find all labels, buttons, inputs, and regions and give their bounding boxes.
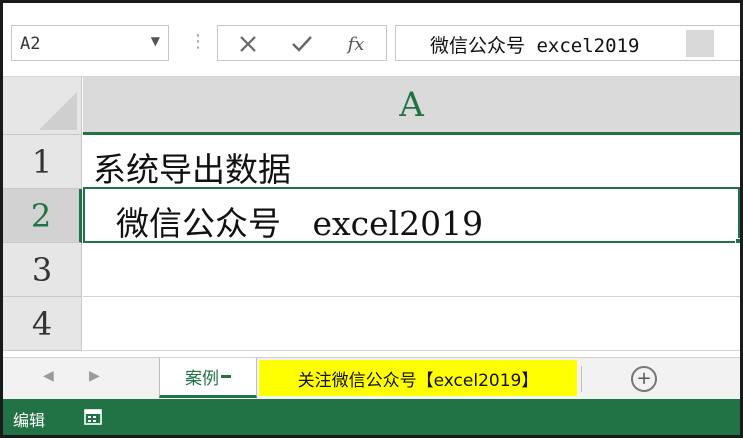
status-mode: 编辑	[13, 411, 46, 430]
cancel-icon[interactable]	[228, 30, 268, 58]
cell-value: 微信公众号 excel2019	[95, 204, 484, 243]
cell-a2-selected[interactable]: 微信公众号 excel2019	[83, 187, 740, 245]
name-box-value: A2	[20, 34, 41, 54]
tab-divider	[581, 366, 582, 392]
sheet-tab-bar: ◀ ▶ 案例 关注微信公众号【excel2019】 +	[3, 357, 740, 399]
formula-buttons: fx	[217, 25, 387, 61]
row-header-3[interactable]: 3	[3, 243, 82, 297]
excel-window: A2 ▼ ⋮ fx 微信公众号 excel2019 A 1 系统导出数据 2 微…	[0, 0, 743, 438]
next-sheet-icon[interactable]: ▶	[89, 368, 100, 384]
row-header-2[interactable]: 2	[3, 189, 82, 243]
formula-value: 微信公众号 excel2019	[430, 35, 640, 57]
row-number: 1	[31, 142, 53, 181]
select-all-triangle-icon	[39, 92, 77, 130]
select-all-corner[interactable]	[3, 77, 82, 135]
cell-a1[interactable]: 系统导出数据	[83, 135, 740, 189]
formula-input[interactable]: 微信公众号 excel2019	[395, 25, 740, 61]
tab-indicator-icon	[221, 375, 231, 378]
status-bar: 编辑	[3, 399, 740, 435]
column-header-a[interactable]: A	[83, 77, 740, 135]
row-number: 2	[30, 196, 52, 235]
row-number: 3	[31, 250, 53, 289]
prev-sheet-icon[interactable]: ◀	[43, 368, 54, 384]
sheet-tab-highlighted[interactable]: 关注微信公众号【excel2019】	[259, 360, 577, 396]
more-options-icon[interactable]: ⋮	[189, 31, 207, 52]
chevron-down-icon[interactable]: ▼	[151, 34, 160, 48]
sheet-tab-label: 关注微信公众号【excel2019】	[297, 370, 539, 391]
cell-a3[interactable]	[83, 243, 740, 297]
add-sheet-icon[interactable]: +	[631, 366, 657, 392]
sheet-tab-active[interactable]: 案例	[159, 358, 257, 398]
formula-cursor-block	[686, 30, 714, 57]
formula-bar: A2 ▼ ⋮ fx 微信公众号 excel2019	[3, 3, 740, 77]
row-number: 4	[31, 304, 53, 343]
cell-value: 系统导出数据	[93, 150, 291, 189]
cell-a4[interactable]	[83, 297, 740, 351]
function-label: fx	[347, 33, 365, 55]
row-header-1[interactable]: 1	[3, 135, 82, 189]
sheet-tab-label: 案例	[185, 369, 219, 389]
row-header-4[interactable]: 4	[3, 297, 82, 351]
worksheet-grid: A 1 系统导出数据 2 微信公众号 excel2019 3 4	[3, 77, 740, 357]
column-header-label: A	[399, 84, 424, 125]
enter-check-icon[interactable]	[282, 30, 322, 58]
name-box[interactable]: A2 ▼	[11, 25, 169, 61]
macro-record-icon[interactable]	[83, 407, 103, 427]
function-icon[interactable]: fx	[336, 30, 376, 58]
